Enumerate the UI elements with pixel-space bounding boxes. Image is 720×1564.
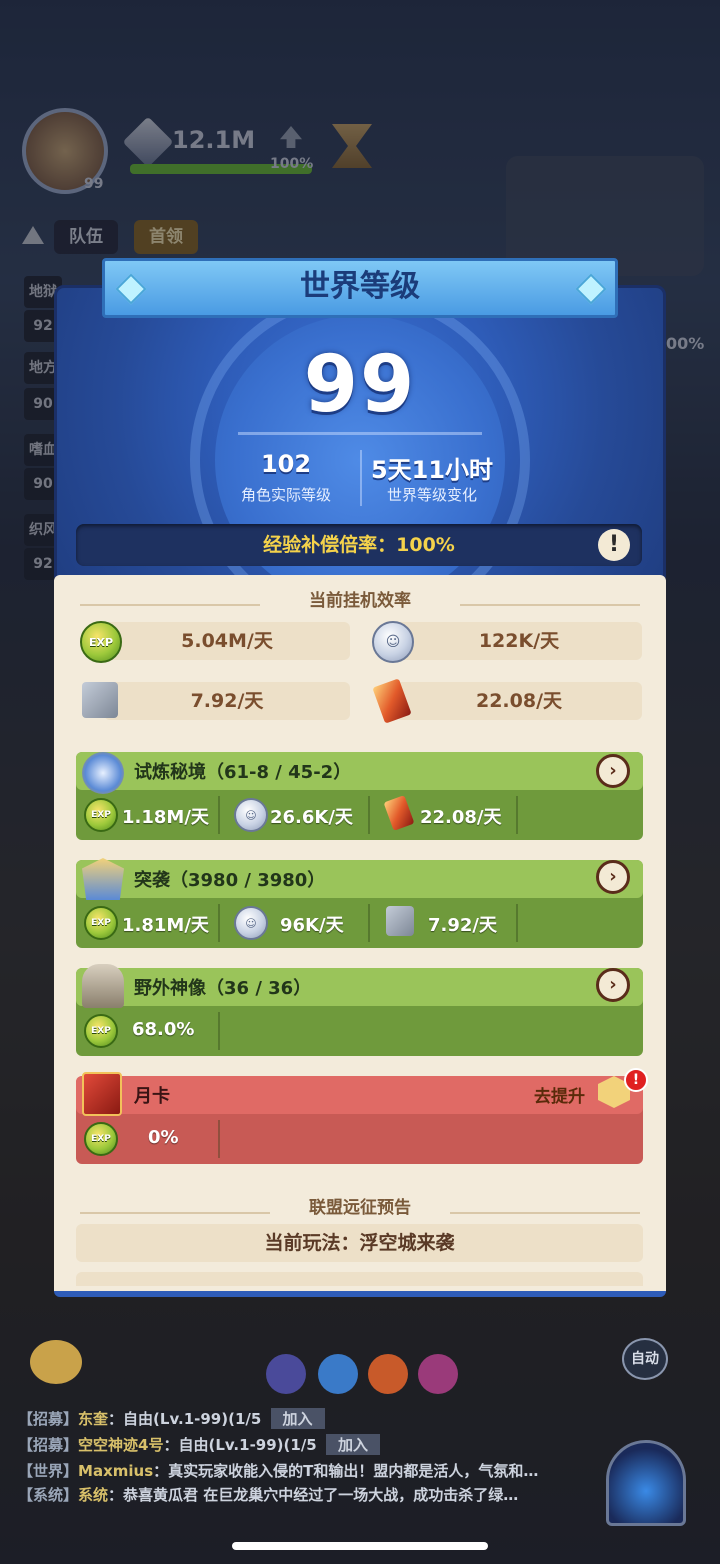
section-divider bbox=[450, 1212, 640, 1214]
chat-text: ：自由(Lv.1-99)(1/5 bbox=[163, 1436, 317, 1454]
divider-line bbox=[238, 432, 482, 435]
exp-icon: EXP bbox=[84, 1122, 118, 1156]
go-button[interactable]: › bbox=[596, 754, 630, 788]
chat-tag: 【系统】 bbox=[18, 1486, 79, 1504]
chat-line[interactable]: 【招募】东奎：自由(Lv.1-99)(1/5 加入 bbox=[18, 1408, 325, 1429]
chat-name: 空空神迹4号 bbox=[78, 1436, 164, 1454]
chat-text: ：真实玩家收能入侵的T和输出！盟内都是活人，气氛和… bbox=[153, 1462, 539, 1480]
cell-divider bbox=[218, 1120, 220, 1158]
source-cell: 22.08/天 bbox=[420, 807, 502, 828]
section-divider bbox=[460, 604, 640, 606]
pet-icon[interactable] bbox=[30, 1340, 82, 1384]
chat-tag: 【招募】 bbox=[18, 1436, 79, 1454]
level-change-value: 5天11小时 bbox=[370, 456, 494, 484]
efficiency-title: 当前挂机效率 bbox=[309, 591, 411, 611]
info-alert-icon[interactable]: ! bbox=[598, 529, 630, 561]
exp-icon: EXP bbox=[80, 621, 122, 663]
improve-link[interactable]: 去提升 bbox=[534, 1082, 585, 1107]
stone-icon bbox=[386, 906, 414, 936]
source-cell: 26.6K/天 bbox=[270, 807, 353, 828]
join-button[interactable]: 加入 bbox=[325, 1434, 380, 1455]
cell-divider bbox=[218, 796, 220, 834]
source-title: 野外神像（36 / 36） bbox=[134, 978, 312, 999]
chat-tag: 【世界】 bbox=[18, 1462, 79, 1480]
portal-icon[interactable] bbox=[606, 1440, 686, 1526]
exp-icon: EXP bbox=[84, 1014, 118, 1048]
silver-coin-icon: ☺ bbox=[372, 621, 414, 663]
skill-icon-2[interactable] bbox=[318, 1354, 358, 1394]
efficiency-silver: 122K/天 bbox=[396, 622, 642, 660]
source-cell: 68.0% bbox=[132, 1019, 195, 1040]
source-title: 突袭（3980 / 3980） bbox=[134, 870, 326, 891]
world-level-number: 99 bbox=[303, 340, 417, 430]
skill-icon-4[interactable] bbox=[418, 1354, 458, 1394]
alert-badge-icon: ! bbox=[624, 1068, 648, 1092]
home-indicator[interactable] bbox=[232, 1542, 488, 1550]
chat-text: ：恭喜黄瓜君 在巨龙巢穴中经过了一场大战，成功击杀了绿… bbox=[108, 1486, 519, 1504]
trial-realm-icon bbox=[82, 752, 124, 794]
alliance-title: 联盟远征预告 bbox=[309, 1198, 411, 1218]
source-cell: 96K/天 bbox=[280, 915, 344, 936]
cell-divider bbox=[368, 796, 370, 834]
stone-icon bbox=[82, 682, 118, 718]
chat-name: 东奎 bbox=[78, 1410, 109, 1428]
source-title: 试炼秘境（61-8 / 45-2） bbox=[134, 762, 352, 783]
actual-level-label: 角色实际等级 bbox=[240, 486, 331, 504]
silver-coin-icon: ☺ bbox=[234, 906, 268, 940]
section-divider bbox=[80, 604, 260, 606]
cell-divider bbox=[218, 1012, 220, 1050]
skill-icon-1[interactable] bbox=[266, 1354, 306, 1394]
panel-title: 世界等级 bbox=[102, 258, 618, 318]
alliance-next-row bbox=[76, 1272, 643, 1286]
cell-divider bbox=[516, 904, 518, 942]
auto-button[interactable]: 自动 bbox=[622, 1338, 668, 1380]
chat-name: 系统 bbox=[78, 1486, 109, 1504]
source-cell: 7.92/天 bbox=[428, 915, 497, 936]
efficiency-stone: 7.92/天 bbox=[104, 682, 350, 720]
chat-line[interactable]: 【系统】系统：恭喜黄瓜君 在巨龙巢穴中经过了一场大战，成功击杀了绿… bbox=[18, 1484, 518, 1505]
level-change-label: 世界等级变化 bbox=[386, 486, 477, 504]
chat-text: ：自由(Lv.1-99)(1/5 bbox=[108, 1410, 262, 1428]
cell-divider bbox=[516, 796, 518, 834]
section-divider bbox=[80, 1212, 270, 1214]
exp-icon: EXP bbox=[84, 798, 118, 832]
join-button[interactable]: 加入 bbox=[270, 1408, 325, 1429]
source-cell: 1.18M/天 bbox=[122, 807, 209, 828]
source-title: 月卡 bbox=[134, 1086, 170, 1107]
exp-icon: EXP bbox=[84, 906, 118, 940]
chat-name: Maxmius bbox=[78, 1462, 154, 1480]
statue-icon bbox=[82, 964, 124, 1008]
actual-level-value: 102 bbox=[260, 450, 312, 478]
chat-tag: 【招募】 bbox=[18, 1410, 79, 1428]
cell-divider bbox=[218, 904, 220, 942]
efficiency-crystal: 22.08/天 bbox=[396, 682, 642, 720]
chat-line[interactable]: 【招募】空空神迹4号：自由(Lv.1-99)(1/5 加入 bbox=[18, 1434, 380, 1455]
source-cell: 1.81M/天 bbox=[122, 915, 209, 936]
exp-rate-text: 经验补偿倍率：100% bbox=[263, 534, 455, 556]
source-cell: 0% bbox=[148, 1127, 179, 1148]
cell-divider bbox=[368, 904, 370, 942]
alliance-current-mode: 当前玩法：浮空城来袭 bbox=[76, 1224, 643, 1262]
efficiency-exp: 5.04M/天 bbox=[104, 622, 350, 660]
skill-icon-3[interactable] bbox=[368, 1354, 408, 1394]
silver-coin-icon: ☺ bbox=[234, 798, 268, 832]
chat-line[interactable]: 【世界】Maxmius：真实玩家收能入侵的T和输出！盟内都是活人，气氛和… bbox=[18, 1460, 538, 1481]
go-button[interactable]: › bbox=[596, 968, 630, 1002]
monthly-card-icon bbox=[82, 1072, 122, 1116]
go-button[interactable]: › bbox=[596, 860, 630, 894]
